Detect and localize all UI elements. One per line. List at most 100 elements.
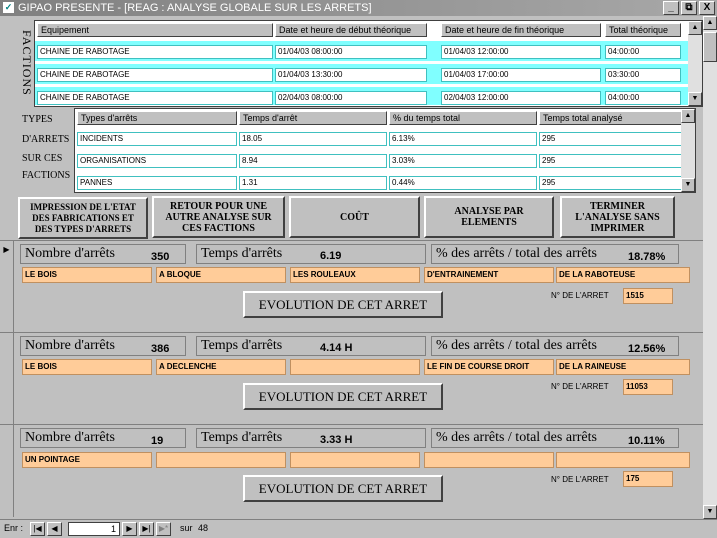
record-selector[interactable] [0,425,14,517]
element-cell[interactable]: UN POINTAGE [22,452,152,468]
minimize-button[interactable]: _ [663,1,679,15]
factions-cell[interactable]: CHAINE DE RABOTAGE [37,68,273,82]
numero-value[interactable]: 11053 [623,379,673,395]
element-cell[interactable] [424,452,554,468]
scroll-up-icon[interactable]: ▲ [688,21,702,35]
element-cell[interactable]: LE BOIS [22,267,152,283]
factions-cell[interactable]: 02/04/03 12:00:00 [441,91,601,105]
prev-record-icon[interactable]: ◀ [47,522,62,536]
close-button[interactable]: X [699,1,715,15]
types-cell[interactable]: ORGANISATIONS [77,154,237,168]
factions-cell[interactable]: 04:00:00 [605,91,681,105]
types-cell[interactable]: INCIDENTS [77,132,237,146]
nombre-value: 19 [151,435,164,447]
record: ▶ Nombre d'arrêts 350 Temps d'arrêts 6.1… [0,240,717,333]
element-cell[interactable] [556,452,690,468]
scroll-up-icon[interactable]: ▲ [703,16,717,30]
types-label-line4: FACTIONS [22,170,71,181]
window-title: GIPAO PRESENTE - [REAG : ANALYSE GLOBALE… [18,2,372,14]
types-cell[interactable]: 1.31 [239,176,387,190]
nav-total: 48 [198,523,209,533]
types-cell[interactable]: 295 [539,154,682,168]
factions-cell[interactable]: 03:30:00 [605,68,681,82]
scroll-down-icon[interactable]: ▼ [703,505,717,519]
types-cell[interactable]: 8.94 [239,154,387,168]
finish-button[interactable]: TERMINER L'ANALYSE SANS IMPRIMER [560,196,675,238]
types-label-line2: D'ARRETS [22,134,70,145]
form-scrollbar[interactable]: ▲ ▼ [703,16,717,519]
temps-value: 4.14 H [320,342,353,354]
element-cell[interactable]: LES ROULEAUX [290,267,420,283]
factions-cell[interactable]: 01/04/03 08:00:00 [275,45,427,59]
title-bar: ✓ GIPAO PRESENTE - [REAG : ANALYSE GLOBA… [0,0,717,16]
factions-cell[interactable]: 04:00:00 [605,45,681,59]
factions-cell[interactable]: CHAINE DE RABOTAGE [37,91,273,105]
print-report-button[interactable]: IMPRESSION DE L'ETAT DES FABRICATIONS ET… [18,197,148,239]
factions-cell[interactable]: 01/04/03 17:00:00 [441,68,601,82]
element-cell[interactable] [290,452,420,468]
evolution-button[interactable]: EVOLUTION DE CET ARRET [243,383,443,410]
types-cell[interactable]: 3.03% [389,154,537,168]
app-icon: ✓ [3,2,14,13]
cost-button[interactable]: COÛT [289,196,420,238]
types-cell[interactable]: 6.13% [389,132,537,146]
element-cell[interactable]: D'ENTRAINEMENT [424,267,554,283]
evolution-button[interactable]: EVOLUTION DE CET ARRET [243,475,443,502]
types-cell[interactable]: 0.44% [389,176,537,190]
first-record-icon[interactable]: |◀ [30,522,45,536]
record: Nombre d'arrêts 386 Temps d'arrêts 4.14 … [0,332,717,425]
factions-cell[interactable]: 01/04/03 13:30:00 [275,68,427,82]
types-cell[interactable]: 295 [539,132,682,146]
factions-cell[interactable]: 02/04/03 08:00:00 [275,91,427,105]
numero-label: N° DE L'ARRET [551,291,609,300]
pct-value: 10.11% [628,435,665,447]
types-header-total: Temps total analysé [539,111,682,125]
element-cell[interactable]: LE FIN DE COURSE DROIT [424,359,554,375]
pct-value: 12.56% [628,343,666,355]
current-record-input[interactable]: 1 [68,522,120,536]
numero-label: N° DE L'ARRET [551,382,609,391]
numero-value[interactable]: 1515 [623,288,673,304]
element-cell[interactable]: DE LA RABOTEUSE [556,267,690,283]
analyse-elements-button[interactable]: ANALYSE PAR ELEMENTS [424,196,554,238]
scroll-thumb[interactable] [703,32,717,62]
types-scrollbar[interactable]: ▲ ▼ [681,109,695,192]
types-cell[interactable]: 295 [539,176,682,190]
factions-grid: Equipement Date et heure de début théori… [34,20,703,107]
record-selector[interactable]: ▶ [0,241,14,333]
types-header-pct: % du temps total [389,111,537,125]
element-cell[interactable] [290,359,420,375]
factions-header-fin: Date et heure de fin théorique [441,23,601,37]
temps-label: Temps d'arrêts [196,244,426,264]
temps-label: Temps d'arrêts [196,428,426,448]
factions-header-debut: Date et heure de début théorique [275,23,427,37]
new-record-icon[interactable]: ▶* [156,522,171,536]
scroll-down-icon[interactable]: ▼ [688,92,702,106]
restore-button[interactable]: ⧉ [681,1,697,15]
temps-label: Temps d'arrêts [196,336,426,356]
factions-cell[interactable]: CHAINE DE RABOTAGE [37,45,273,59]
types-header-temps: Temps d'arrêt [239,111,387,125]
next-record-icon[interactable]: ▶ [122,522,137,536]
element-cell[interactable]: A BLOQUE [156,267,286,283]
scroll-up-icon[interactable]: ▲ [681,109,695,123]
nombre-value: 350 [151,251,170,263]
scroll-down-icon[interactable]: ▼ [681,178,695,192]
element-cell[interactable] [156,452,286,468]
evolution-button[interactable]: EVOLUTION DE CET ARRET [243,291,443,318]
factions-cell[interactable]: 01/04/03 12:00:00 [441,45,601,59]
record: Nombre d'arrêts 19 Temps d'arrêts 3.33 H… [0,424,717,517]
element-cell[interactable]: LE BOIS [22,359,152,375]
back-button[interactable]: RETOUR POUR UNE AUTRE ANALYSE SUR CES FA… [152,196,285,238]
types-cell[interactable]: PANNES [77,176,237,190]
element-cell[interactable]: DE LA RAINEUSE [556,359,690,375]
numero-value[interactable]: 175 [623,471,673,487]
temps-value: 3.33 H [320,434,353,446]
element-cell[interactable]: A DECLENCHE [156,359,286,375]
types-label-line1: TYPES [22,114,53,125]
factions-scrollbar[interactable]: ▲ ▼ [688,21,702,106]
record-selector[interactable] [0,333,14,425]
types-cell[interactable]: 18.05 [239,132,387,146]
last-record-icon[interactable]: ▶| [139,522,154,536]
types-label-line3: SUR CES [22,153,63,164]
